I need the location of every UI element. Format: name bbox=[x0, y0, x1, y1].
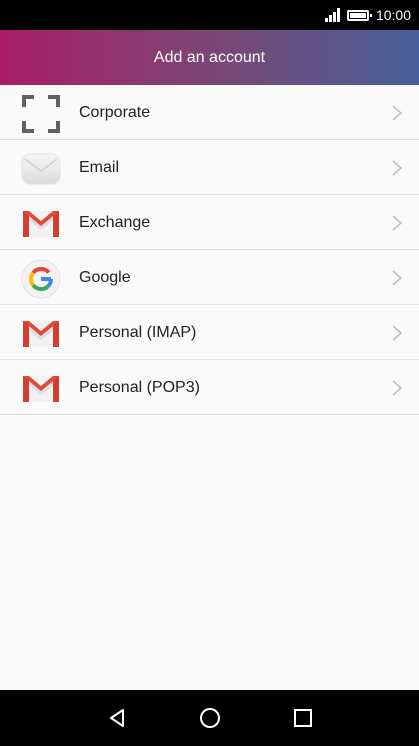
google-g-icon bbox=[21, 259, 61, 299]
gmail-m-icon bbox=[21, 314, 61, 354]
page-title: Add an account bbox=[153, 48, 266, 66]
account-item-corporate[interactable]: Corporate bbox=[0, 85, 419, 140]
chevron-right-icon bbox=[391, 324, 403, 342]
account-item-personal-pop3[interactable]: Personal (POP3) bbox=[0, 360, 419, 415]
app-header: Add an account bbox=[0, 30, 419, 85]
status-icons: 10:00 bbox=[324, 0, 411, 30]
navigation-bar bbox=[0, 690, 419, 746]
chevron-right-icon bbox=[391, 379, 403, 397]
email-envelope-icon bbox=[21, 149, 61, 189]
back-icon[interactable] bbox=[105, 706, 129, 730]
chevron-right-icon bbox=[391, 104, 403, 122]
gmail-m-icon bbox=[21, 204, 61, 244]
account-item-exchange[interactable]: Exchange bbox=[0, 195, 419, 250]
account-item-email[interactable]: Email bbox=[0, 140, 419, 195]
account-item-google[interactable]: Google bbox=[0, 250, 419, 305]
gmail-m-icon bbox=[21, 369, 61, 409]
home-icon[interactable] bbox=[198, 706, 222, 730]
account-item-personal-imap[interactable]: Personal (IMAP) bbox=[0, 305, 419, 360]
account-label: Personal (POP3) bbox=[79, 379, 200, 396]
battery-icon bbox=[346, 9, 372, 21]
chevron-right-icon bbox=[391, 214, 403, 232]
account-label: Corporate bbox=[79, 104, 151, 121]
account-label: Exchange bbox=[79, 214, 151, 231]
recents-icon[interactable] bbox=[291, 706, 315, 730]
corporate-icon bbox=[21, 94, 61, 134]
account-label: Email bbox=[79, 159, 120, 176]
account-label: Google bbox=[79, 269, 131, 286]
clock: 10:00 bbox=[375, 7, 411, 23]
status-bar: 10:00 bbox=[0, 0, 419, 30]
account-list: Corporate Email Exchange Google Personal… bbox=[0, 85, 419, 415]
account-label: Personal (IMAP) bbox=[79, 324, 197, 341]
chevron-right-icon bbox=[391, 269, 403, 287]
chevron-right-icon bbox=[391, 159, 403, 177]
signal-icon bbox=[324, 8, 341, 22]
